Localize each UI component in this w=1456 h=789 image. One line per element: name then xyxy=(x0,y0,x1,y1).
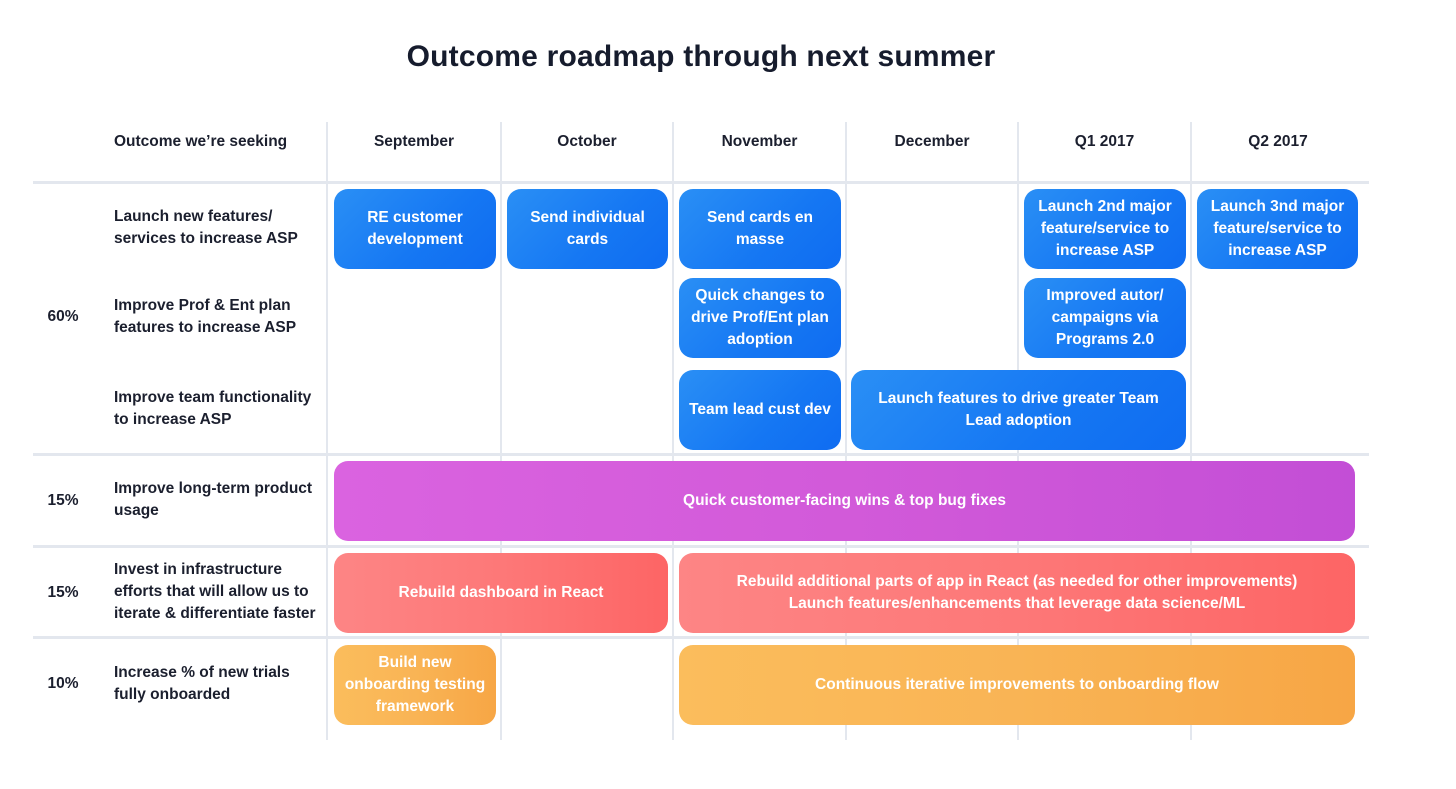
initiative-text: Improved autor/ campaigns via Programs 2… xyxy=(1046,287,1164,348)
outcome-label: Improve Prof & Ent plan features to incr… xyxy=(114,297,297,336)
column-header-october: October xyxy=(557,133,617,150)
initiative-card[interactable]: Rebuild additional parts of app in React… xyxy=(679,553,1355,633)
initiative-text: Quick changes to drive Prof/Ent plan ado… xyxy=(691,287,829,348)
initiative-card[interactable]: Improved autor/ campaigns via Programs 2… xyxy=(1024,278,1186,358)
page-title: Outcome roadmap through next summer xyxy=(406,40,996,73)
column-header-november: November xyxy=(721,133,798,150)
initiative-card[interactable]: Quick customer-facing wins & top bug fix… xyxy=(334,461,1355,541)
initiative-text: RE customer development xyxy=(367,209,463,248)
initiative-card[interactable]: Quick changes to drive Prof/Ent plan ado… xyxy=(679,278,841,358)
row-divider xyxy=(33,636,1369,639)
initiative-text: Launch 2nd major feature/service to incr… xyxy=(1038,198,1172,259)
row-divider xyxy=(33,181,1369,184)
initiative-text: Launch features to drive greater Team Le… xyxy=(878,390,1159,429)
grid-line xyxy=(326,122,328,740)
outcome-label: Improve team functionality to increase A… xyxy=(114,389,312,428)
initiative-text: Send individual cards xyxy=(530,209,645,248)
outcome-column-header: Outcome we’re seeking xyxy=(114,133,288,150)
grid-line xyxy=(500,122,502,740)
weight-label: 15% xyxy=(47,492,79,509)
initiative-text: Team lead cust dev xyxy=(689,401,831,418)
initiative-card[interactable]: RE customer development xyxy=(334,189,496,269)
column-header-q1-2017: Q1 2017 xyxy=(1074,133,1135,150)
grid-line xyxy=(672,122,674,740)
initiative-card[interactable]: Build new onboarding testing framework xyxy=(334,645,496,725)
outcome-label: Increase % of new trials fully onboarded xyxy=(114,664,290,703)
initiative-card[interactable]: Team lead cust dev xyxy=(679,370,841,450)
row-divider xyxy=(33,453,1369,456)
weight-label: 15% xyxy=(47,584,79,601)
initiative-text: Quick customer-facing wins & top bug fix… xyxy=(683,492,1006,509)
initiative-card[interactable]: Continuous iterative improvements to onb… xyxy=(679,645,1355,725)
initiative-card[interactable]: Rebuild dashboard in React xyxy=(334,553,668,633)
initiative-text: Launch 3nd major feature/service to incr… xyxy=(1210,198,1345,259)
outcome-label: Improve long-term product usage xyxy=(114,480,313,519)
column-header-december: December xyxy=(894,133,970,150)
column-header-q2-2017: Q2 2017 xyxy=(1248,133,1308,150)
outcome-label: Invest in infrastructure efforts that wi… xyxy=(114,561,316,622)
outcome-label: Launch new features/ services to increas… xyxy=(114,208,298,247)
initiative-text: Rebuild dashboard in React xyxy=(398,584,604,601)
initiative-card[interactable]: Launch 2nd major feature/service to incr… xyxy=(1024,189,1186,269)
initiative-text: Build new onboarding testing framework xyxy=(344,654,486,715)
initiative-card[interactable]: Launch 3nd major feature/service to incr… xyxy=(1197,189,1358,269)
row-divider xyxy=(33,545,1369,548)
initiative-text: Continuous iterative improvements to onb… xyxy=(815,676,1219,693)
weight-label: 60% xyxy=(47,308,79,325)
initiative-text: Send cards en masse xyxy=(707,209,813,248)
initiative-card[interactable]: Send cards en masse xyxy=(679,189,841,269)
weight-label: 10% xyxy=(47,675,79,692)
initiative-card[interactable]: Launch features to drive greater Team Le… xyxy=(851,370,1186,450)
initiative-card[interactable]: Send individual cards xyxy=(507,189,668,269)
column-header-september: September xyxy=(373,133,455,150)
initiative-text: Rebuild additional parts of app in React… xyxy=(736,573,1298,612)
